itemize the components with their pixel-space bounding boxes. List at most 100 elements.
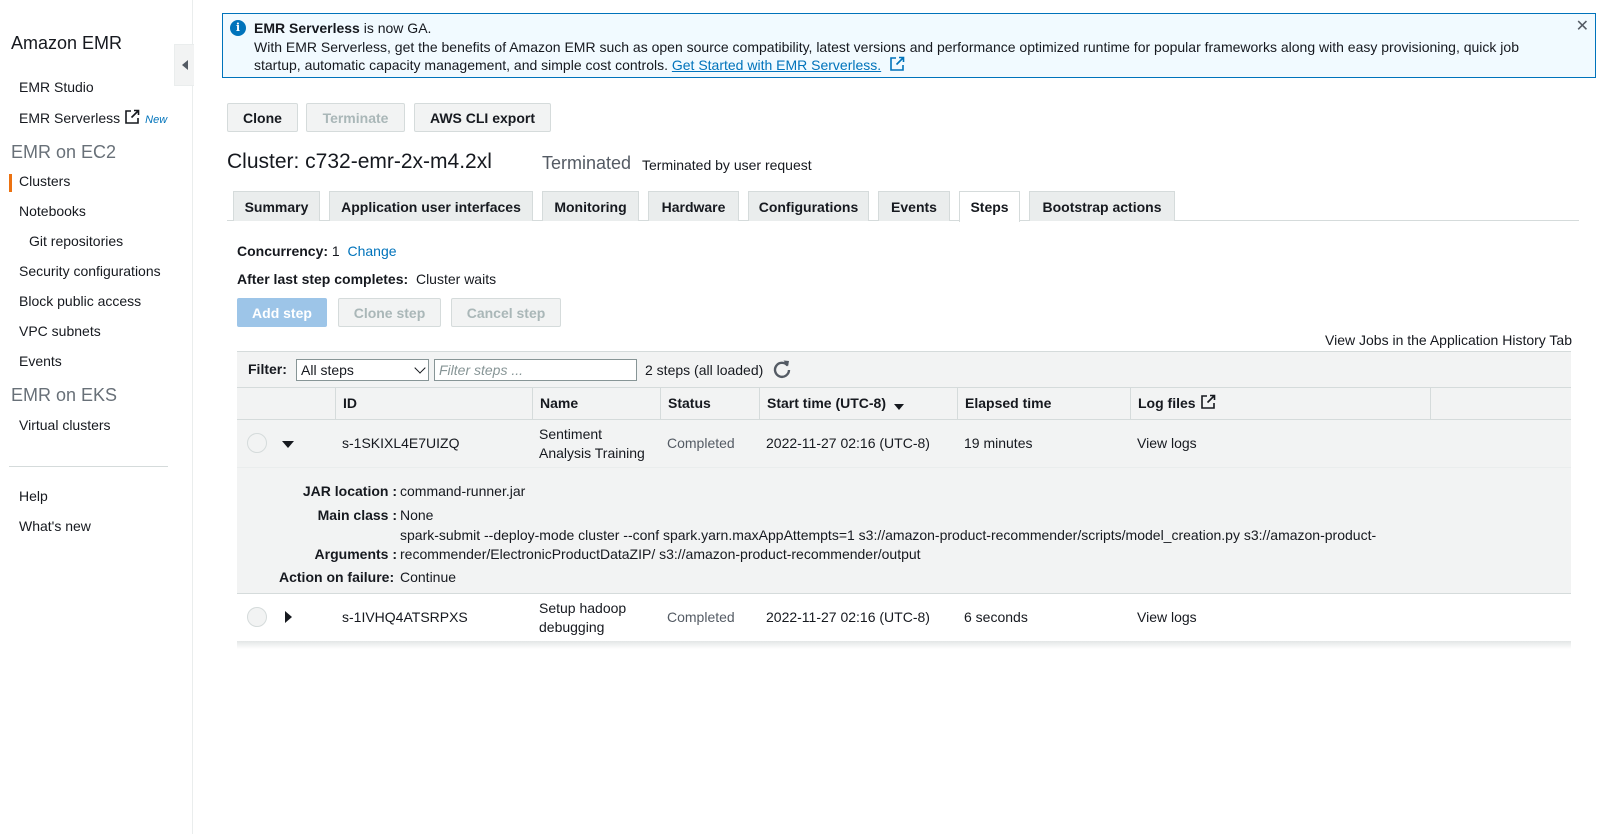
collapse-caret-icon[interactable] [282, 441, 294, 448]
sidebar-collapse-button[interactable] [174, 44, 194, 86]
jar-location-value: command-runner.jar [400, 483, 526, 499]
clone-step-button[interactable]: Clone step [338, 298, 441, 327]
sidebar-section-emr-on-ec2: EMR on EC2 [11, 142, 117, 162]
filter-select[interactable]: All steps [296, 359, 429, 381]
aws-cli-export-button[interactable]: AWS CLI export [414, 103, 551, 132]
cancel-step-button[interactable]: Cancel step [451, 298, 561, 327]
sidebar-item-vpc-subnets[interactable]: VPC subnets [19, 323, 101, 339]
steps-count: 2 steps (all loaded) [645, 362, 764, 378]
sidebar-divider [9, 466, 168, 467]
refresh-icon[interactable] [772, 359, 792, 379]
filter-label: Filter: [248, 361, 287, 377]
sidebar-item-security-configurations[interactable]: Security configurations [19, 263, 161, 279]
column-select [237, 388, 335, 419]
column-extra [1430, 388, 1571, 419]
tab-monitoring[interactable]: Monitoring [542, 191, 639, 221]
sidebar-title[interactable]: Amazon EMR [11, 33, 122, 54]
tab-hardware[interactable]: Hardware [648, 191, 739, 221]
external-link-icon [1200, 394, 1215, 409]
step-id: s-1IVHQ4ATSRPXS [342, 609, 468, 625]
banner-title: EMR Serverless [254, 20, 360, 36]
step-start-time: 2022-11-27 02:16 (UTC-8) [766, 435, 930, 451]
step-details: JAR location : command-runner.jar Main c… [237, 467, 1571, 594]
step-name-line1: Sentiment [539, 426, 603, 442]
tab-steps[interactable]: Steps [959, 191, 1020, 222]
page-title: Cluster: c732-emr-2x-m4.2xl [227, 150, 492, 173]
column-elapsed-time[interactable]: Elapsed time [957, 388, 1130, 419]
sidebar-item-events[interactable]: Events [19, 353, 62, 369]
column-log-files-label: Log files [1138, 395, 1196, 411]
banner-body: With EMR Serverless, get the benefits of… [254, 38, 1519, 74]
tab-application-user-interfaces[interactable]: Application user interfaces [329, 191, 533, 221]
terminate-button[interactable]: Terminate [306, 103, 405, 132]
after-last-step-label: After last step completes: [237, 271, 409, 287]
filter-bar: Filter: All steps Filter steps ... 2 ste… [237, 351, 1571, 387]
banner-get-started-link[interactable]: Get Started with EMR Serverless. [672, 57, 881, 73]
main-class-value: None [400, 507, 434, 523]
sidebar-item-notebooks[interactable]: Notebooks [19, 203, 86, 219]
tab-events[interactable]: Events [878, 191, 950, 221]
step-start-time: 2022-11-27 02:16 (UTC-8) [766, 609, 930, 625]
info-banner: i EMR Serverless is now GA. With EMR Ser… [222, 13, 1596, 78]
sidebar-item-emr-studio[interactable]: EMR Studio [19, 79, 94, 95]
action-on-failure-value: Continue [400, 569, 457, 585]
caret-left-icon [181, 60, 188, 70]
column-start-time[interactable]: Start time (UTC-8) [759, 388, 957, 419]
info-icon: i [230, 20, 246, 36]
action-on-failure-label: Action on failure: [279, 569, 395, 585]
sidebar-item-block-public-access[interactable]: Block public access [19, 293, 141, 309]
after-last-step-row: After last step completes: Cluster waits [237, 271, 496, 287]
jar-location-label: JAR location : [302, 483, 397, 499]
column-name[interactable]: Name [532, 388, 660, 419]
sidebar-item-virtual-clusters[interactable]: Virtual clusters [19, 417, 111, 433]
sidebar-item-help[interactable]: Help [19, 488, 48, 504]
after-last-step-value: Cluster waits [415, 271, 497, 287]
arguments-value: spark-submit --deploy-mode cluster --con… [400, 526, 1376, 563]
tab-summary[interactable]: Summary [233, 191, 320, 221]
view-logs-link[interactable]: View logs [1137, 608, 1197, 627]
step-elapsed-time: 19 minutes [964, 435, 1033, 451]
step-name-line1: Setup hadoop [539, 600, 627, 616]
clone-button[interactable]: Clone [227, 103, 298, 132]
cluster-state-reason: Terminated by user request [642, 157, 812, 173]
step-name: Sentiment Analysis Training [539, 425, 645, 462]
concurrency-label: Concurrency: [237, 243, 329, 259]
external-link-icon[interactable] [889, 56, 905, 72]
cluster-state: Terminated [542, 153, 632, 173]
sidebar-section-emr-on-eks: EMR on EKS [11, 385, 118, 405]
table-row[interactable]: s-1SKIXL4E7UIZQ Sentiment Analysis Train… [237, 420, 1571, 467]
sidebar-item-git-repositories[interactable]: Git repositories [29, 233, 123, 249]
expand-caret-icon[interactable] [285, 611, 292, 623]
change-concurrency-link[interactable]: Change [348, 243, 397, 259]
close-icon[interactable]: ✕ [1576, 16, 1589, 36]
table-row[interactable]: s-1IVHQ4ATSRPXS Setup hadoop debugging C… [237, 594, 1571, 641]
sidebar-item-clusters[interactable]: Clusters [19, 173, 70, 189]
view-logs-link[interactable]: View logs [1137, 434, 1197, 453]
sidebar-item-label: EMR Serverless [19, 110, 121, 126]
step-status: Completed [667, 435, 735, 451]
new-badge: New [145, 114, 168, 126]
concurrency-value: 1 [331, 243, 340, 259]
row-select-radio[interactable] [247, 607, 267, 627]
arguments-line2: recommender/ElectronicProductDataZIP/ s3… [400, 545, 921, 562]
step-elapsed-time: 6 seconds [964, 609, 1028, 625]
column-id[interactable]: ID [335, 388, 532, 419]
tab-bootstrap-actions[interactable]: Bootstrap actions [1029, 191, 1175, 221]
filter-steps-input[interactable]: Filter steps ... [434, 359, 637, 381]
sidebar-item-emr-serverless[interactable]: EMR Serverless New [19, 109, 167, 126]
add-step-button[interactable]: Add step [237, 298, 327, 327]
banner-text: EMR Serverless is now GA. With EMR Serve… [254, 19, 1555, 75]
sidebar-item-whats-new[interactable]: What's new [19, 518, 91, 534]
table-bottom-shadow [237, 641, 1571, 649]
step-name: Setup hadoop debugging [539, 599, 626, 636]
row-select-radio[interactable] [247, 433, 267, 453]
sidebar: Amazon EMR EMR Studio EMR Serverless New … [0, 0, 193, 834]
active-indicator [9, 174, 12, 192]
sort-descending-icon[interactable] [894, 404, 905, 410]
arguments-line1: spark-submit --deploy-mode cluster --con… [400, 527, 1377, 543]
column-status[interactable]: Status [660, 388, 759, 419]
column-log-files[interactable]: Log files [1130, 388, 1430, 419]
tab-configurations[interactable]: Configurations [748, 191, 869, 221]
view-jobs-text: View Jobs in the Application History Tab [1325, 332, 1572, 348]
concurrency-row: Concurrency: 1 Change [237, 243, 397, 259]
